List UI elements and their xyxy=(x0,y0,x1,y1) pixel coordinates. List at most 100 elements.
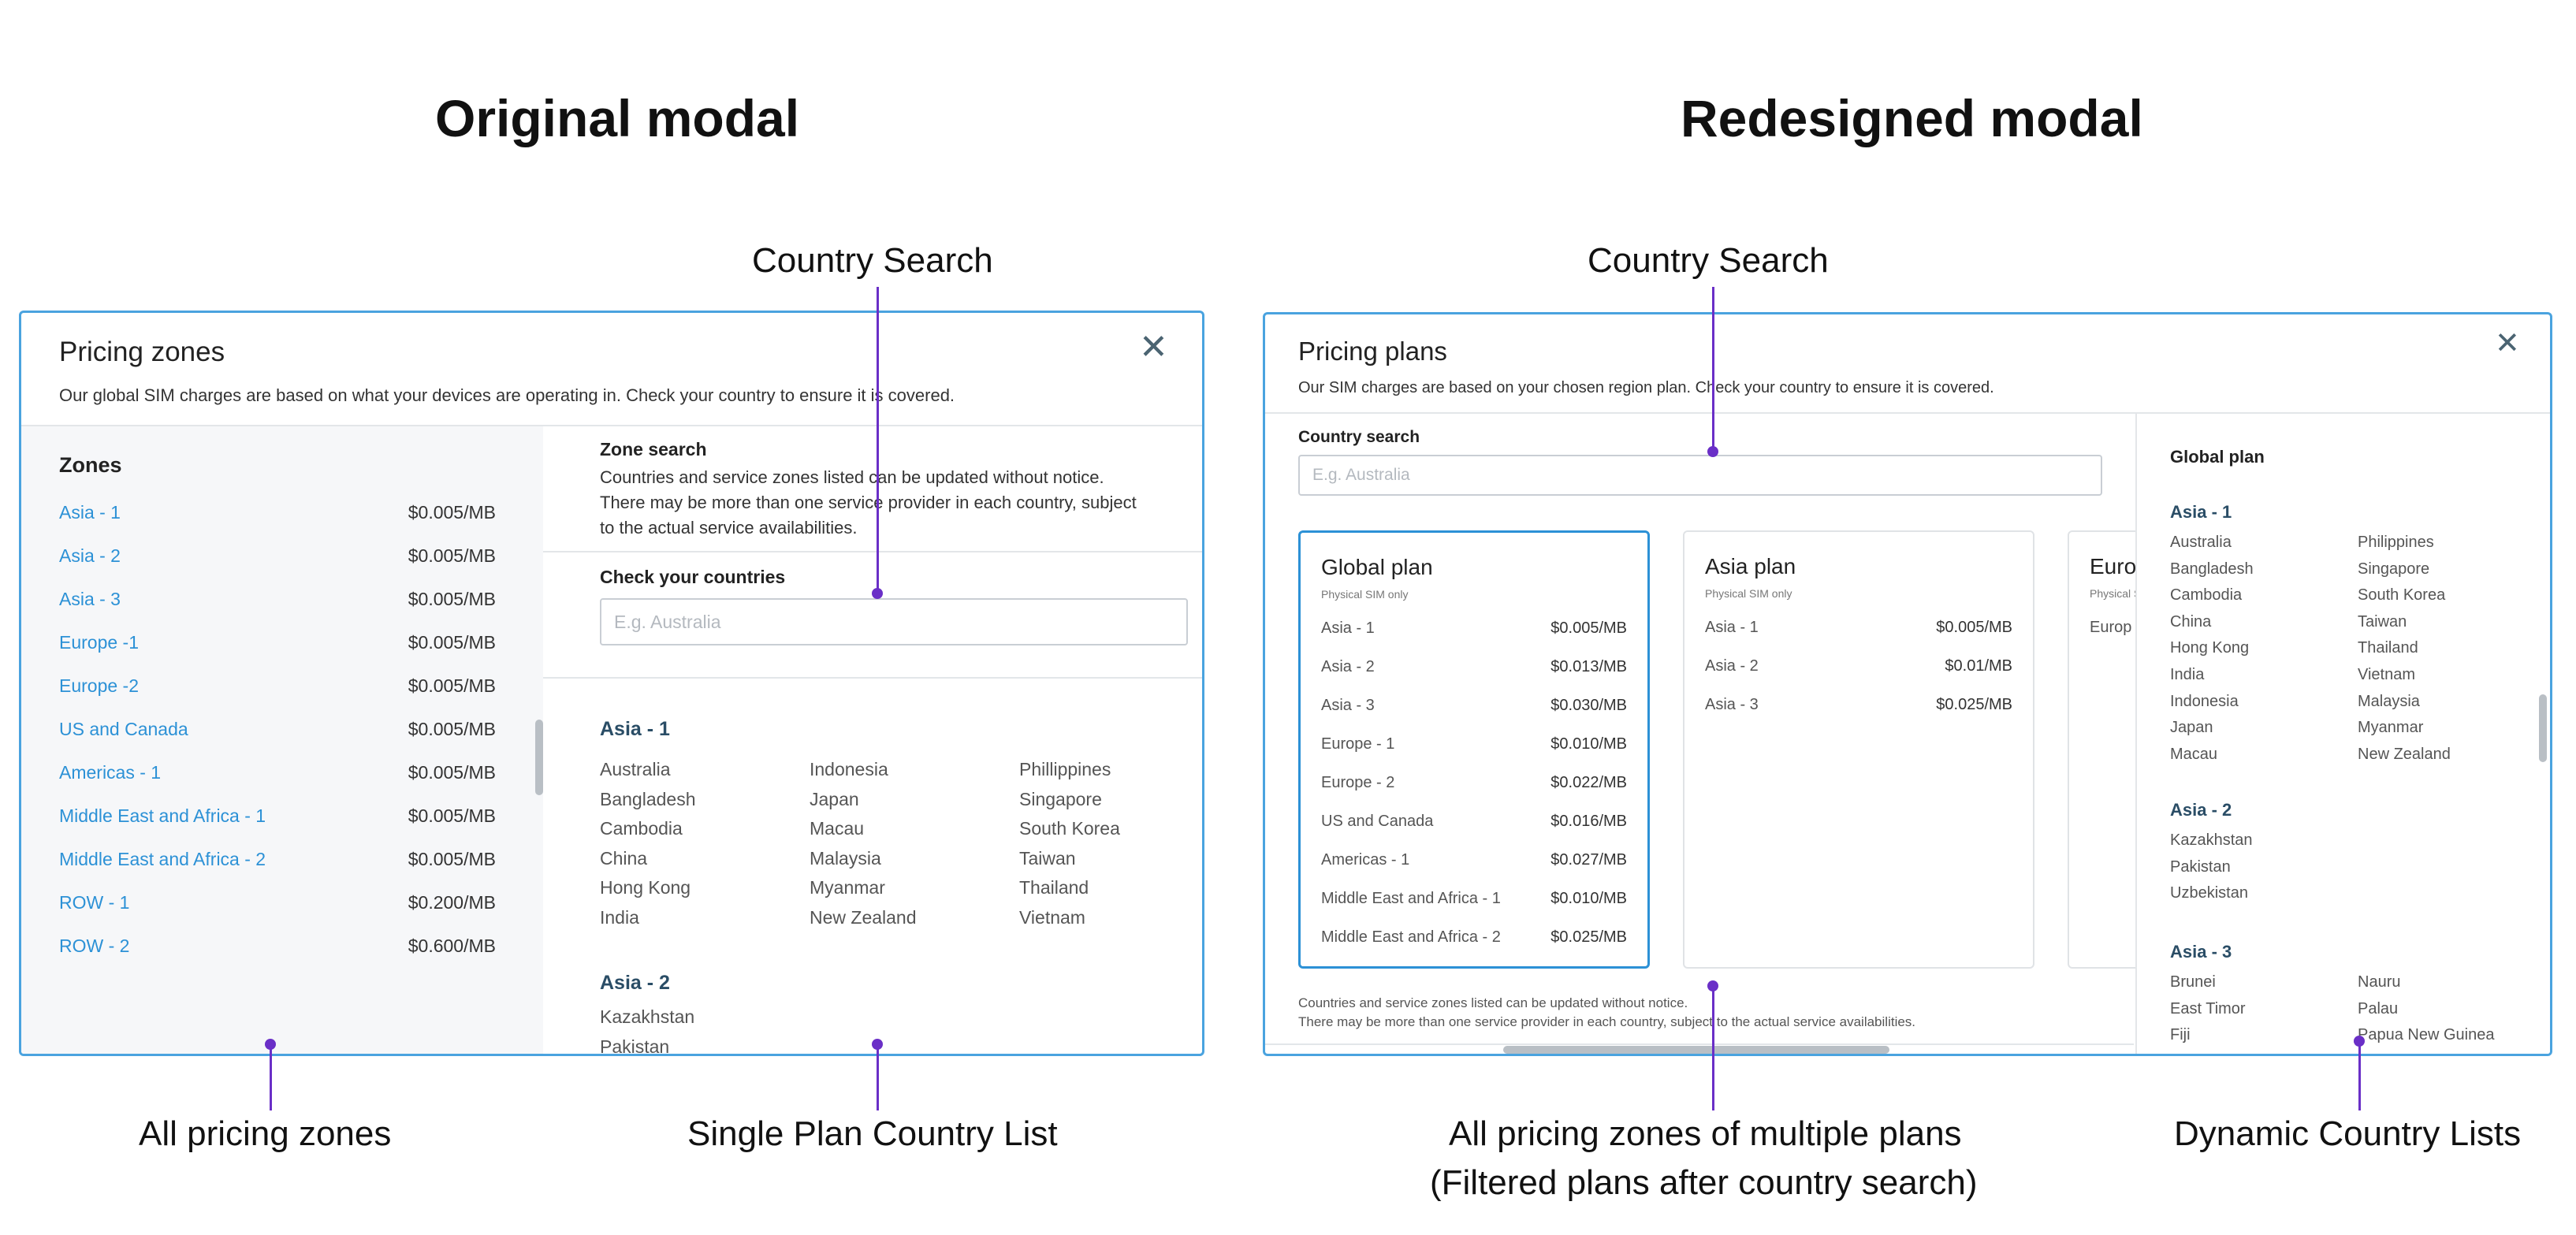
plan-zone-price: $0.025/MB xyxy=(1936,696,2012,713)
country-item: Myanmar xyxy=(810,877,885,898)
plan-card[interactable]: Asia plan Physical SIM only Asia - 1 $0.005… xyxy=(1683,530,2034,969)
plan-zone-name: Asia - 1 xyxy=(1705,619,1759,636)
zone-price: $0.600/MB xyxy=(408,936,496,956)
zone-row[interactable]: Middle East and Africa - 2 $0.005/MB xyxy=(59,849,496,880)
close-icon[interactable]: ✕ xyxy=(2495,329,2520,359)
notice-line-1: Countries and service zones listed can b… xyxy=(1298,995,1688,1010)
country-group-label: Asia - 2 xyxy=(2170,800,2232,820)
country-item: China xyxy=(2170,612,2212,631)
country-item: Vietnam xyxy=(1019,907,1085,928)
plan-card-title: Asia plan xyxy=(1705,554,1796,578)
zone-name[interactable]: Americas - 1 xyxy=(59,762,161,783)
plan-zone-name: Asia - 3 xyxy=(1321,697,1375,714)
zones-scrollbar[interactable] xyxy=(535,720,543,795)
zone-name[interactable]: Asia - 1 xyxy=(59,502,121,523)
plan-zone-row: Europe - 1 $0.010/MB xyxy=(1321,735,1627,759)
callout-all-pricing-zones: All pricing zones xyxy=(139,1114,392,1153)
plan-zone-price: $0.010/MB xyxy=(1550,890,1627,907)
country-item: Taiwan xyxy=(1019,847,1076,869)
plan-zone-name: US and Canada xyxy=(1321,813,1434,830)
check-countries-label: Check your countries xyxy=(600,567,786,587)
zone-name[interactable]: ROW - 2 xyxy=(59,936,129,957)
plan-zone-row: US and Canada $0.016/MB xyxy=(1321,813,1627,836)
zone-price: $0.005/MB xyxy=(408,849,496,869)
plan-card[interactable]: Euro Physical S Europ xyxy=(2068,530,2137,969)
zone-row[interactable]: Asia - 2 $0.005/MB xyxy=(59,545,496,577)
plan-zone-name: Europe - 1 xyxy=(1321,735,1395,753)
country-item: South Korea xyxy=(2358,586,2446,604)
country-item: Singapore xyxy=(2358,560,2430,578)
connector-dot xyxy=(872,588,883,599)
connector-line xyxy=(2358,1041,2361,1110)
zone-name[interactable]: Europe -1 xyxy=(59,632,139,653)
zone-price: $0.005/MB xyxy=(408,805,496,826)
plan-zone-price: $0.01/MB xyxy=(1945,657,2012,675)
country-item: Palau xyxy=(2358,999,2399,1017)
original-modal-subtitle: Our global SIM charges are based on what… xyxy=(59,385,955,405)
zone-row[interactable]: Europe -2 $0.005/MB xyxy=(59,675,496,707)
connector-line xyxy=(270,1044,272,1110)
country-item: Kazakhstan xyxy=(600,1006,695,1027)
country-search-input[interactable]: E.g. Australia xyxy=(600,598,1188,645)
callout-country-search-right: Country Search xyxy=(1588,241,1829,280)
zone-name[interactable]: Middle East and Africa - 1 xyxy=(59,805,266,827)
zone-name[interactable]: Europe -2 xyxy=(59,675,139,697)
zone-search-label: Zone search xyxy=(600,439,707,459)
plan-card-title: Euro xyxy=(2090,554,2137,578)
plan-card-subtitle: Physical SIM only xyxy=(1321,588,1409,601)
plan-zone-price: $0.016/MB xyxy=(1550,813,1627,830)
plan-card[interactable]: Global plan Physical SIM only Asia - 1 $0.0… xyxy=(1298,530,1650,969)
zone-row[interactable]: ROW - 2 $0.600/MB xyxy=(59,936,496,967)
redesigned-modal: Pricing plans ✕ Our SIM charges are base… xyxy=(1263,312,2552,1056)
country-item: Bangladesh xyxy=(2170,560,2254,578)
zone-name[interactable]: US and Canada xyxy=(59,719,188,740)
plan-zone-price: $0.005/MB xyxy=(1936,619,2012,636)
country-item: Hong Kong xyxy=(600,877,691,898)
side-plan-title: Global plan xyxy=(2170,447,2265,467)
horizontal-scrollbar[interactable] xyxy=(1503,1046,1889,1054)
country-search-input[interactable]: E.g. Australia xyxy=(1298,455,2102,496)
zone-price: $0.005/MB xyxy=(408,545,496,566)
zone-row[interactable]: Americas - 1 $0.005/MB xyxy=(59,762,496,794)
plan-zone-row: Middle East and Africa - 1 $0.010/MB xyxy=(1321,890,1627,913)
notice-line-3: to the actual service availabilities. xyxy=(600,518,858,538)
zone-name[interactable]: Middle East and Africa - 2 xyxy=(59,849,266,870)
country-item: Australia xyxy=(2170,534,2232,551)
plan-zone-row: Americas - 1 $0.027/MB xyxy=(1321,851,1627,875)
zone-row[interactable]: US and Canada $0.005/MB xyxy=(59,719,496,750)
zone-name[interactable]: ROW - 1 xyxy=(59,892,129,913)
country-item: Fiji xyxy=(2170,1026,2191,1044)
plan-card-title: Global plan xyxy=(1321,555,1433,579)
zone-name[interactable]: Asia - 3 xyxy=(59,589,121,610)
country-item: Thailand xyxy=(1019,877,1089,898)
zone-row[interactable]: Europe -1 $0.005/MB xyxy=(59,632,496,664)
connector-dot xyxy=(1707,446,1718,457)
zone-row[interactable]: Asia - 3 $0.005/MB xyxy=(59,589,496,620)
plan-zone-price: $0.030/MB xyxy=(1550,697,1627,714)
plan-zone-row: Europe - 2 $0.022/MB xyxy=(1321,774,1627,798)
zones-column: Zones Asia - 1 $0.005/MB Asia - 2 $0.005/MB… xyxy=(21,426,543,1054)
zone-row[interactable]: ROW - 1 $0.200/MB xyxy=(59,892,496,924)
zone-price: $0.005/MB xyxy=(408,719,496,739)
plan-zone-name: Asia - 1 xyxy=(1321,619,1375,637)
country-item: Japan xyxy=(810,788,859,809)
search-divider-top xyxy=(543,551,1202,552)
plan-zone-row: Asia - 3 $0.030/MB xyxy=(1321,697,1627,720)
plan-zone-row: Asia - 2 $0.013/MB xyxy=(1321,658,1627,682)
footer-divider xyxy=(1265,1043,2134,1045)
country-item: India xyxy=(600,907,639,928)
zone-name[interactable]: Asia - 2 xyxy=(59,545,121,567)
side-scrollbar[interactable] xyxy=(2539,694,2547,762)
connector-line xyxy=(1712,986,1714,1110)
plan-zone-price: $0.022/MB xyxy=(1550,774,1627,791)
zone-row[interactable]: Asia - 1 $0.005/MB xyxy=(59,502,496,534)
plan-zone-price: $0.010/MB xyxy=(1550,735,1627,753)
plan-zone-row: Middle East and Africa - 2 $0.025/MB xyxy=(1321,928,1627,952)
original-modal: Pricing zones ✕ Our global SIM charges a… xyxy=(19,311,1204,1056)
callout-multiple-plans: All pricing zones of multiple plans xyxy=(1449,1114,1962,1153)
close-icon[interactable]: ✕ xyxy=(1139,330,1168,365)
zone-row[interactable]: Middle East and Africa - 1 $0.005/MB xyxy=(59,805,496,837)
connector-line xyxy=(877,1044,879,1110)
callout-filtered-plans: (Filtered plans after country search) xyxy=(1430,1163,1978,1202)
country-item: Indonesia xyxy=(810,759,888,779)
